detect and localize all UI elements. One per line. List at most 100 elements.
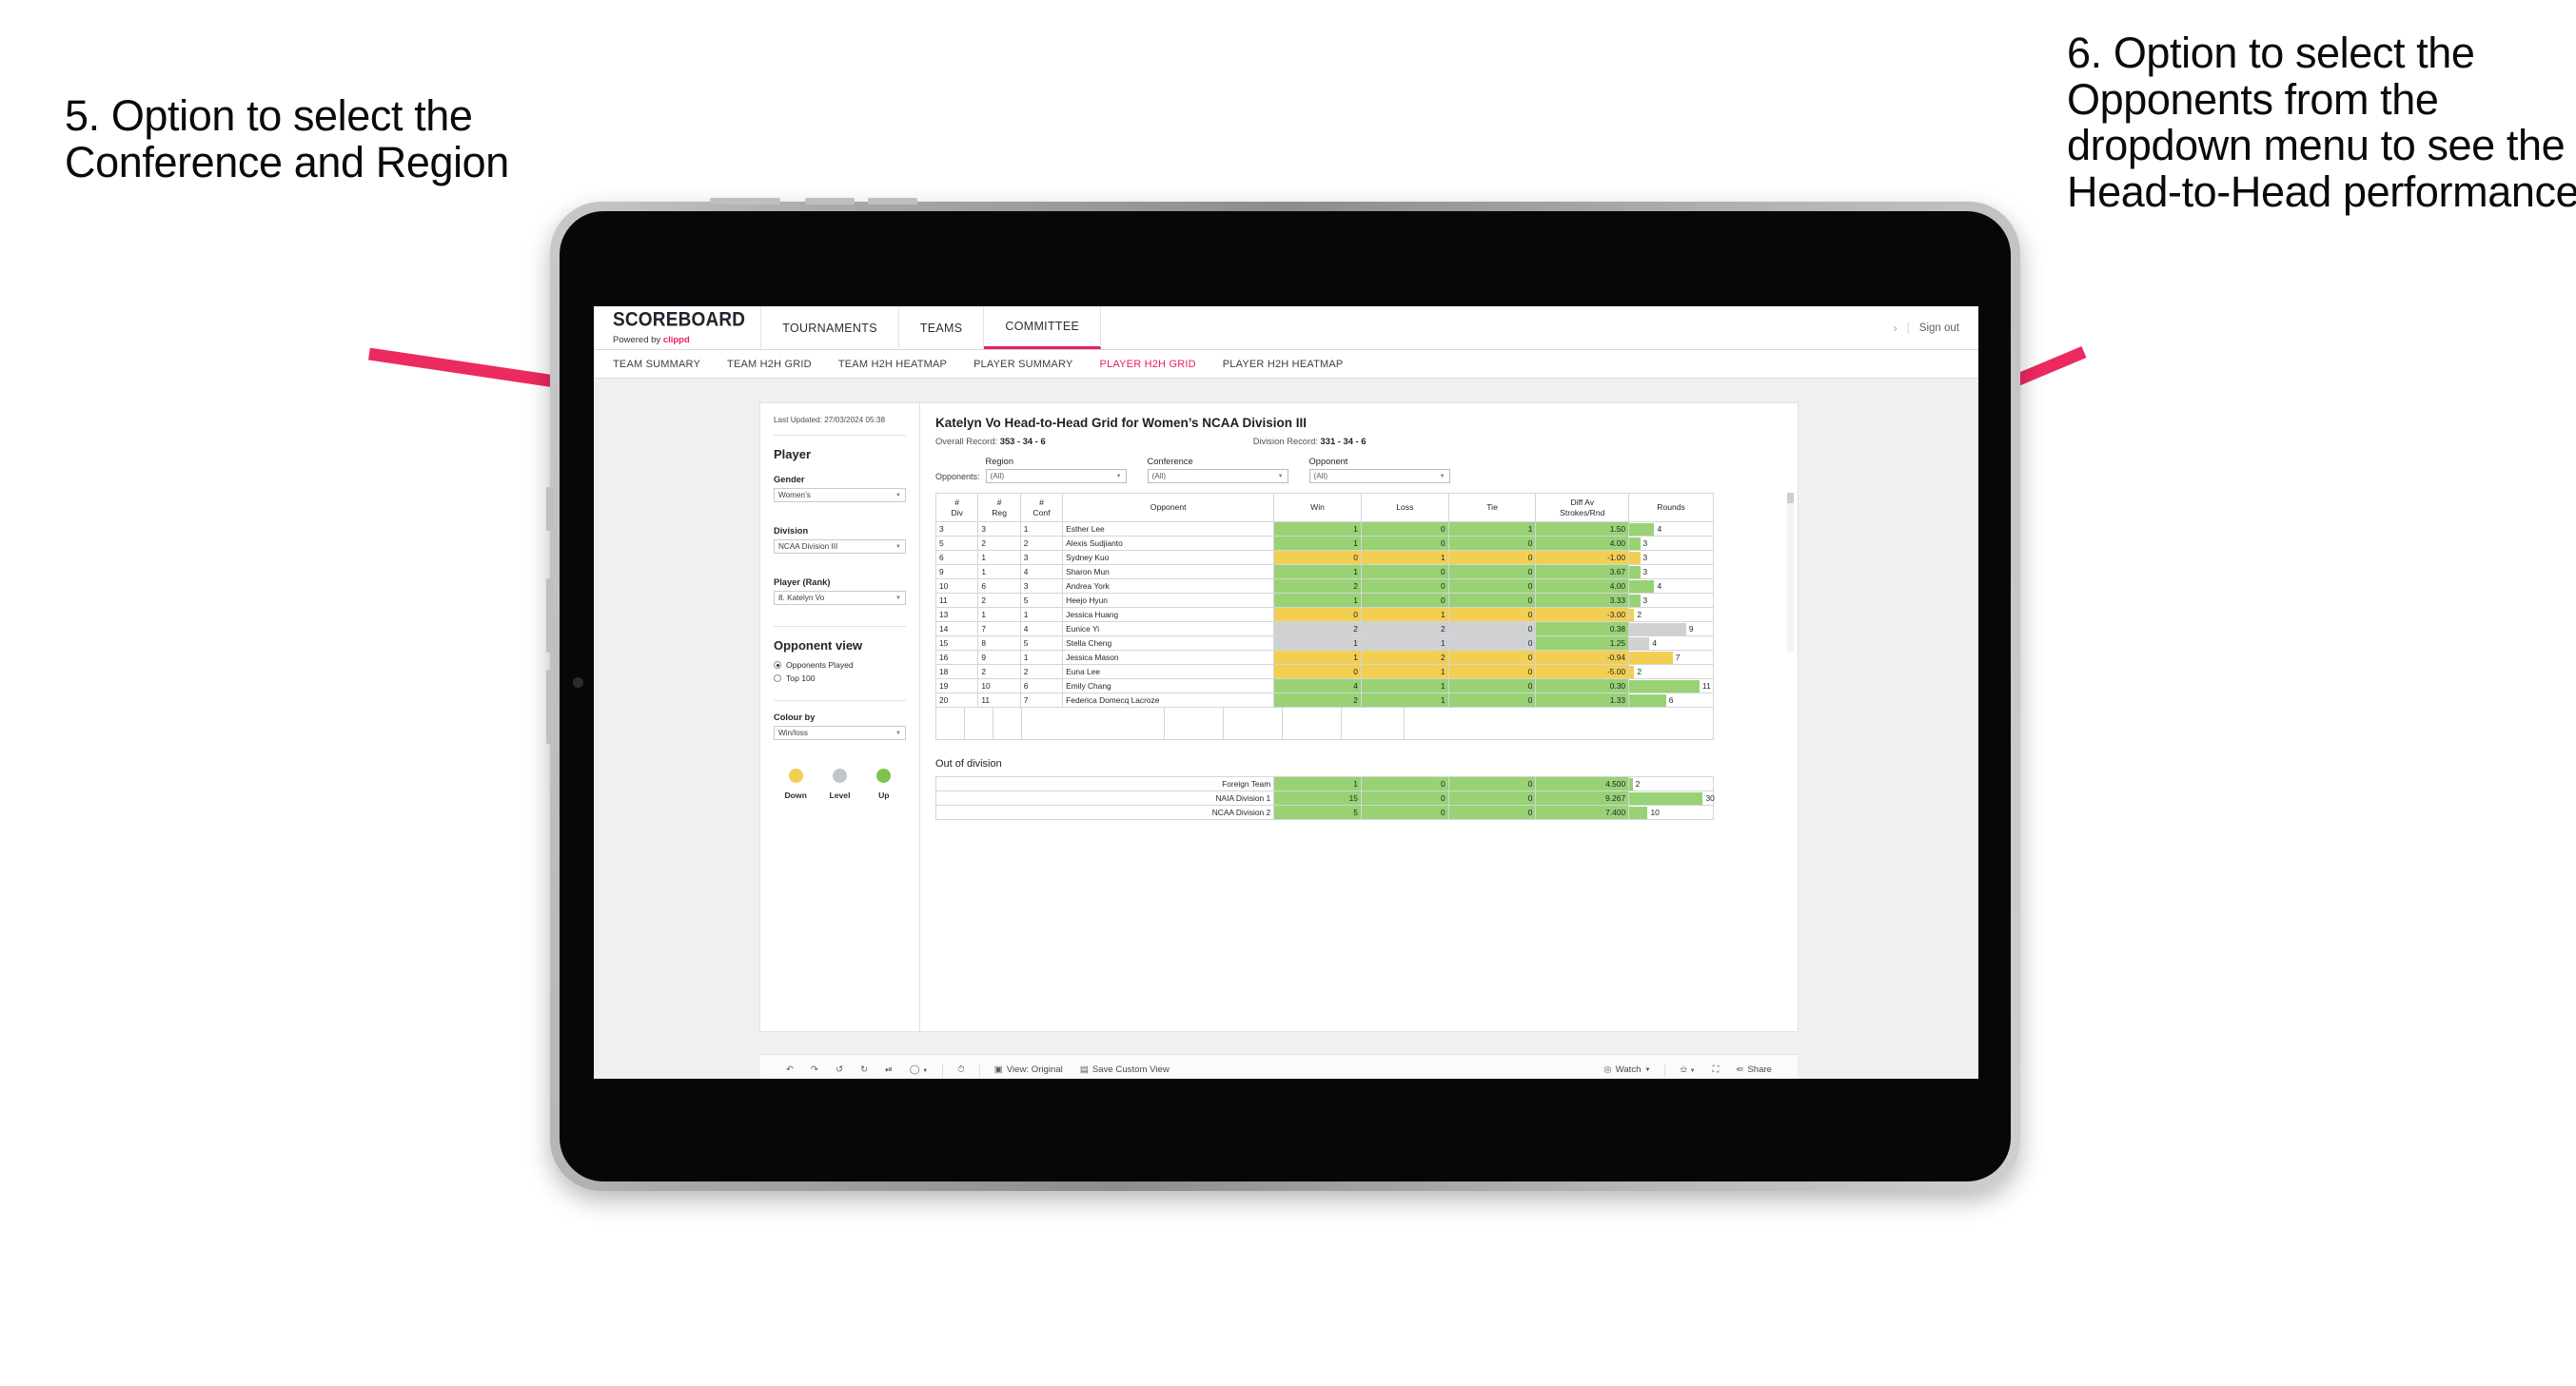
cell-loss: 0: [1360, 521, 1449, 537]
save-custom-view-button[interactable]: ▤ Save Custom View: [1072, 1064, 1178, 1075]
cell-rounds: 3: [1628, 536, 1714, 551]
out-of-division-row[interactable]: NCAA Division 2 5 0 0 7.400 10: [934, 805, 1714, 820]
tab-player-summary[interactable]: PLAYER SUMMARY: [973, 359, 1072, 370]
cell-tie: 0: [1447, 564, 1537, 579]
conference-filter-label: Conference: [1147, 457, 1193, 466]
region-filter-select[interactable]: (All) ▼: [985, 469, 1127, 483]
colour-by-select[interactable]: Win/loss ▼: [774, 726, 906, 741]
conference-filter-select[interactable]: (All) ▼: [1147, 469, 1288, 483]
tab-player-h2h-grid[interactable]: PLAYER H2H GRID: [1100, 359, 1196, 370]
cell-diff: 4.00: [1535, 536, 1630, 551]
nav-item-committee[interactable]: COMMITTEE: [984, 306, 1102, 349]
cell-rounds: 2: [1628, 607, 1714, 622]
brand-logo[interactable]: SCOREBOARD Powered by clippd: [594, 306, 762, 349]
col-tie: Tie: [1447, 493, 1537, 522]
division-select[interactable]: NCAA Division III ▼: [774, 539, 906, 555]
watch-button[interactable]: ◎ Watch ▼: [1595, 1064, 1659, 1075]
cell-win: 1: [1273, 593, 1362, 608]
brand-tagline: Powered by clippd: [613, 335, 745, 345]
pause-icon[interactable]: ⏯: [876, 1064, 901, 1075]
table-row[interactable]: 10 6 3 Andrea York 2 0 0 4.00 4: [934, 578, 1714, 594]
volume-up-button[interactable]: [805, 198, 855, 205]
side-button-2[interactable]: [546, 578, 553, 653]
table-row[interactable]: 11 2 5 Heejo Hyun 1 0 0 3.33 3: [934, 593, 1714, 608]
tab-player-h2h-heatmap[interactable]: PLAYER H2H HEATMAP: [1223, 359, 1344, 370]
cell-opponent: Sharon Mun: [1062, 564, 1275, 579]
table-row[interactable]: 3 3 1 Esther Lee 1 0 1 1.50 4: [934, 521, 1714, 537]
cell-opponent: Jessica Huang: [1062, 607, 1275, 622]
screenshot-root: 5. Option to select the Conference and R…: [0, 0, 2576, 1386]
cell-opponent: Federica Domecq Lacroze: [1062, 693, 1275, 708]
table-row[interactable]: 9 1 4 Sharon Mun 1 0 0 3.67 3: [934, 564, 1714, 579]
radio-opponents-played[interactable]: Opponents Played: [774, 660, 906, 670]
cell-win: 0: [1273, 550, 1362, 565]
volume-down-button[interactable]: [868, 198, 917, 205]
fullscreen-icon[interactable]: ⛶: [1704, 1064, 1728, 1075]
side-button-1[interactable]: [546, 487, 553, 531]
cell-win: 1: [1273, 650, 1362, 665]
redo-icon[interactable]: ↷: [802, 1064, 827, 1075]
opponent-filter-select[interactable]: (All) ▼: [1308, 469, 1450, 483]
cell-div: 11: [934, 593, 979, 608]
toolbar-divider-3: [1664, 1063, 1666, 1077]
tab-team-h2h-grid[interactable]: TEAM H2H GRID: [727, 359, 812, 370]
brand-wordmark: SCOREBOARD: [613, 308, 746, 332]
cell-reg: 2: [977, 593, 1021, 608]
tab-team-h2h-heatmap[interactable]: TEAM H2H HEATMAP: [838, 359, 947, 370]
nav-item-tournaments[interactable]: TOURNAMENTS: [761, 306, 899, 349]
h2h-grid-table: # Div # Reg # Conf Opponent Win Loss Tie Di…: [934, 493, 1714, 708]
power-button[interactable]: [710, 198, 780, 205]
view-original-button[interactable]: ▣ View: Original: [986, 1064, 1072, 1075]
cell-diff: -1.00: [1535, 550, 1630, 565]
download-icon[interactable]: ⎒ ▼: [1671, 1064, 1703, 1075]
clock-icon[interactable]: ⏱: [949, 1064, 973, 1075]
nav-item-committee-label: COMMITTEE: [1005, 320, 1080, 333]
cell-tie: 0: [1447, 664, 1537, 679]
table-row[interactable]: 15 8 5 Stella Cheng 1 1 0 1.25 4: [934, 635, 1714, 651]
revert-icon[interactable]: ↺: [827, 1064, 852, 1075]
chevron-right-icon[interactable]: ›: [1894, 322, 1898, 335]
gender-label: Gender: [774, 475, 805, 485]
view-icon: ▣: [993, 1064, 1003, 1075]
radio-top-100[interactable]: Top 100: [774, 673, 906, 683]
gender-select[interactable]: Women’s ▼: [774, 488, 906, 503]
tab-team-summary[interactable]: TEAM SUMMARY: [613, 359, 700, 370]
cell-ood-tie: 0: [1447, 776, 1537, 791]
table-row[interactable]: 14 7 4 Eunice Yi 2 2 0 0.38 9: [934, 621, 1714, 636]
cell-opponent: Heejo Hyun: [1062, 593, 1275, 608]
table-row[interactable]: 13 1 1 Jessica Huang 0 1 0 -3.00 2: [934, 607, 1714, 622]
cell-ood-name: Foreign Team: [934, 776, 1275, 791]
sign-out-link[interactable]: Sign out: [1919, 322, 1959, 334]
cell-loss: 1: [1360, 607, 1449, 622]
cell-reg: 9: [977, 650, 1021, 665]
player-rank-field: Player (Rank) 8. Katelyn Vo ▼: [774, 577, 906, 606]
player-rank-value: 8. Katelyn Vo: [778, 594, 825, 603]
undo-icon[interactable]: ↶: [777, 1064, 802, 1075]
cell-rounds: 4: [1628, 635, 1714, 651]
grid-scrollbar-thumb[interactable]: [1787, 493, 1794, 503]
grid-scrollbar-track[interactable]: [1787, 493, 1794, 653]
legend-item-down: Down: [774, 769, 817, 800]
cell-conf: 5: [1019, 635, 1064, 651]
table-row[interactable]: 5 2 2 Alexis Sudjianto 1 0 0 4.00 3: [934, 536, 1714, 551]
division-record-label: Division Record:: [1252, 436, 1321, 446]
region-filter: Region (All) ▼: [985, 457, 1127, 483]
cell-loss: 1: [1360, 664, 1449, 679]
cell-reg: 2: [977, 536, 1021, 551]
nav-item-teams[interactable]: TEAMS: [899, 306, 985, 349]
player-rank-select[interactable]: 8. Katelyn Vo ▼: [774, 591, 906, 606]
table-row[interactable]: 19 10 6 Emily Chang 4 1 0 0.30 11: [934, 678, 1714, 693]
share-button[interactable]: ⇚ Share: [1727, 1064, 1780, 1075]
table-row[interactable]: 16 9 1 Jessica Mason 1 2 0 -0.94 7: [934, 650, 1714, 665]
refresh-icon[interactable]: ↻: [852, 1064, 876, 1075]
dropdown-icon[interactable]: ◯ ▼: [901, 1064, 936, 1075]
sub-navigation-bar: TEAM SUMMARY TEAM H2H GRID TEAM H2H HEAT…: [594, 350, 1978, 379]
side-button-3[interactable]: [546, 670, 553, 744]
table-row[interactable]: 20 11 7 Federica Domecq Lacroze 2 1 0 1.33 6: [934, 693, 1714, 708]
table-row[interactable]: 6 1 3 Sydney Kuo 0 1 0 -1.00 3: [934, 550, 1714, 565]
out-of-division-row[interactable]: NAIA Division 1 15 0 0 9.267 30: [934, 791, 1715, 806]
out-of-division-row[interactable]: Foreign Team 1 0 0 4.500 2: [934, 776, 1714, 791]
cell-ood-loss: 0: [1360, 791, 1449, 806]
table-row[interactable]: 18 2 2 Euna Lee 0 1 0 -5.00 2: [934, 664, 1714, 679]
save-view-icon: ▤: [1079, 1064, 1089, 1075]
